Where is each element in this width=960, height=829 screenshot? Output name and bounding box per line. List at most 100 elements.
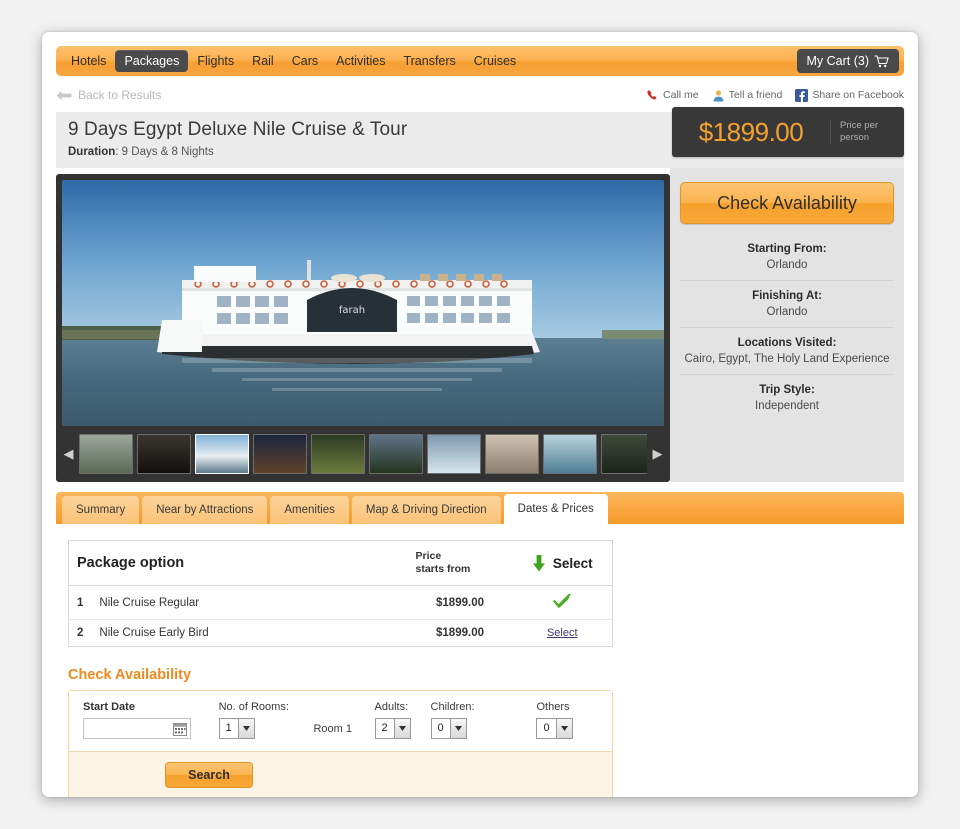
row-package-name: Nile Cruise Regular [91,585,408,620]
tab-summary[interactable]: Summary [62,496,140,524]
others-select[interactable]: 0 [536,718,573,739]
nav-item-rail[interactable]: Rail [243,50,283,72]
info-label: Locations Visited: [737,337,837,349]
phone-icon [647,89,657,99]
chevron-down-icon[interactable] [449,719,466,738]
select-link[interactable]: Select [547,627,578,639]
rooms-value: 1 [225,722,232,734]
tab-panel-dates-prices: Package option Price starts from Select [42,524,918,797]
rooms-group: No. of Rooms: 1 [218,701,308,739]
calendar-icon[interactable] [173,722,187,736]
share-on-facebook-label: Share on Facebook [812,89,904,101]
duration-label: Duration [68,146,116,158]
row-select-cell: Select [513,620,613,647]
shopping-cart-icon [874,54,889,67]
check-mark-icon [553,593,572,609]
call-me-link[interactable]: Call me [646,89,699,102]
nav-item-transfers[interactable]: Transfers [394,50,464,72]
nav-item-cars[interactable]: Cars [283,50,327,72]
price-value: $1899.00 [698,116,804,147]
row-select-cell[interactable] [512,585,613,620]
thumbnail-item[interactable] [601,434,647,474]
others-value: 0 [543,722,550,734]
start-date-group: Start Date [83,701,213,739]
info-value: Orlando [766,306,808,318]
nav-item-packages[interactable]: Packages [115,50,189,72]
info-row-locations-visited: Locations Visited: Cairo, Egypt, The Hol… [680,327,894,374]
tab-map-driving-direction[interactable]: Map & Driving Direction [351,496,501,524]
tab-amenities[interactable]: Amenities [270,496,349,524]
carousel-prev-button[interactable]: ◀ [62,446,75,462]
adults-select[interactable]: 2 [374,718,411,739]
thumbnail-item[interactable] [311,434,365,474]
trip-info-panel: Check Availability Starting From: Orland… [670,168,904,482]
social-links: Call me Tell a friend Share on Facebook [646,82,904,108]
start-date-field[interactable] [83,718,191,739]
row-package-name: Nile Cruise Early Bird [99,627,209,639]
primary-navigation: Hotels Packages Flights Rail Cars Activi… [56,46,904,76]
row-number: 1 [68,585,92,620]
price-badge: $1899.00 Price per person [672,107,904,157]
nav-item-cruises[interactable]: Cruises [465,50,525,72]
back-to-results-link[interactable]: Back to Results [56,88,161,102]
nav-item-activities[interactable]: Activities [327,50,394,72]
header-price: Price starts from [407,540,513,586]
rooms-select[interactable]: 1 [218,718,255,739]
table-row: 2 Nile Cruise Early Bird $1899.00 Select [69,620,613,647]
search-button[interactable]: Search [165,762,253,788]
thumbnail-item[interactable] [137,434,191,474]
tell-a-friend-link[interactable]: Tell a friend [712,89,782,102]
thumbnail-item[interactable] [427,434,481,474]
info-value: Orlando [766,259,808,271]
header-package-option: Package option [68,540,408,586]
duration-value: 9 Days & 8 Nights [121,146,214,158]
info-label: Trip Style: [759,384,815,396]
check-availability-button[interactable]: Check Availability [680,182,894,224]
thumbnail-item[interactable] [485,434,539,474]
content-tabs: Summary Near by Attractions Amenities Ma… [56,492,904,524]
thumbnail-item[interactable] [543,434,597,474]
thumbnail-item[interactable] [369,434,423,474]
thumbnail-item[interactable] [79,434,133,474]
thumbnail-item[interactable] [253,434,307,474]
info-row-starting-from: Starting From: Orlando [680,234,894,280]
share-on-facebook-link[interactable]: Share on Facebook [795,88,904,102]
children-select[interactable]: 0 [430,718,467,739]
nav-item-hotels[interactable]: Hotels [62,50,115,72]
my-cart-button[interactable]: My Cart (3) [796,49,899,73]
check-availability-heading: Check Availability [68,667,192,683]
secondary-bar: Back to Results Call me Tell a friend Sh… [56,82,904,108]
others-label: Others [536,701,570,713]
adults-label: Adults: [374,701,409,713]
tab-dates-prices[interactable]: Dates & Prices [503,494,608,524]
chevron-down-icon[interactable] [237,719,254,738]
row-number: 2 [77,627,84,639]
row-price: $1899.00 [436,627,484,639]
thumbnail-carousel: ◀ ▶ [62,432,664,476]
header-select: Select [512,540,613,586]
hero-image[interactable]: farah [62,180,664,426]
image-gallery: farah ◀ ▶ [56,174,670,482]
product-title-band: 9 Days Egypt Deluxe Nile Cruise & Tour D… [56,107,904,168]
nav-item-flights[interactable]: Flights [188,50,243,72]
detail-body: farah ◀ ▶ Check Availability Starting Fr… [56,168,904,482]
table-row: 1 Nile Cruise Regular $1899.00 [68,585,613,620]
table-header-row: Package option Price starts from Select [68,540,613,586]
thumbnail-item[interactable] [195,434,249,474]
availability-form-fields: Start Date No. of Rooms: 1 Room 1 Adults… [69,691,612,752]
children-label: Children: [430,701,475,713]
chevron-down-icon[interactable] [393,719,410,738]
chevron-down-icon[interactable] [555,719,572,738]
tab-near-by-attractions[interactable]: Near by Attractions [142,496,268,524]
availability-form: Start Date No. of Rooms: 1 Room 1 Adults… [68,690,613,797]
price-note: Price per person [830,120,904,144]
availability-form-actions: Search [69,752,612,797]
arrow-down-icon [532,554,545,571]
adults-value: 2 [381,722,388,734]
header-select-label: Select [552,555,593,571]
page-card: Hotels Packages Flights Rail Cars Activi… [42,32,918,797]
gallery-column: farah ◀ ▶ [56,168,670,482]
cruise-ship-illustration: farah [62,180,664,426]
carousel-next-button[interactable]: ▶ [651,446,664,462]
start-date-input[interactable] [84,719,168,739]
